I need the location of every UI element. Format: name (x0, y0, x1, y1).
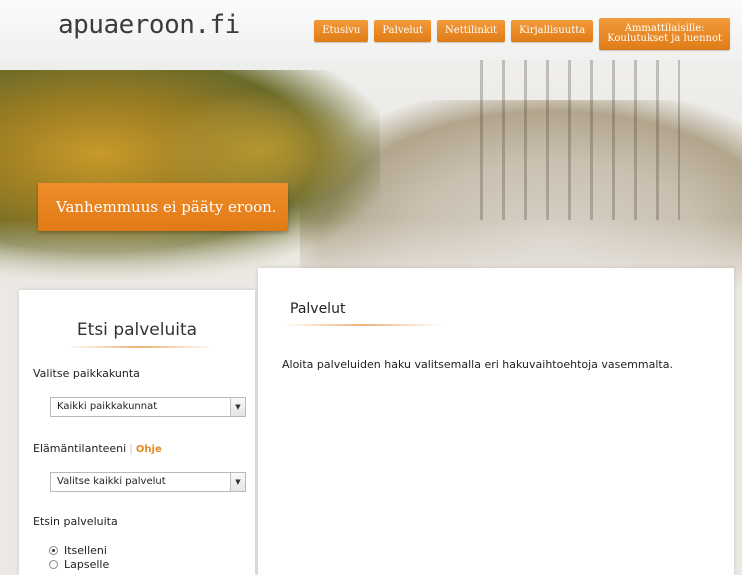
chevron-down-icon[interactable]: ▼ (230, 398, 245, 416)
nav-ammattilaisille-line2: Koulutukset ja luennot (607, 33, 722, 44)
service-select-value: Valitse kaikki palvelut (57, 476, 166, 487)
location-label: Valitse paikkakunta (33, 367, 140, 380)
life-situation-row: Elämäntilanteeni | Ohje (33, 442, 162, 455)
hero-banner: Vanhemmuus ei pääty eroon. (0, 60, 742, 290)
radio-itselleni-label: Itselleni (64, 544, 107, 557)
content-title: Palvelut (290, 301, 346, 317)
location-select-value: Kaikki paikkakunnat (57, 401, 158, 412)
hero-tagline: Vanhemmuus ei pääty eroon. (38, 183, 288, 231)
help-link[interactable]: Ohje (136, 444, 162, 455)
content-panel: Palvelut Aloita palveluiden haku valitse… (258, 268, 734, 575)
radio-button-checked[interactable] (49, 546, 58, 555)
content-title-underline (282, 324, 442, 326)
content-text: Aloita palveluiden haku valitsemalla eri… (282, 358, 673, 371)
radio-itselleni[interactable]: Itselleni (49, 544, 107, 557)
nav-ammattilaisille[interactable]: Ammattilaisille: Koulutukset ja luennot (599, 18, 730, 50)
radio-button[interactable] (49, 560, 58, 569)
radio-lapselle-label: Lapselle (64, 558, 110, 571)
nav-nettilinkit[interactable]: Nettilinkit (437, 20, 506, 42)
site-logo[interactable]: apuaeroon.fi (58, 10, 240, 40)
radio-lapselle[interactable]: Lapselle (49, 558, 109, 571)
location-select[interactable]: Kaikki paikkakunnat ▼ (50, 397, 246, 417)
hero-trees-image (480, 60, 680, 220)
seeking-label: Etsin palveluita (33, 515, 118, 528)
nav-etusivu[interactable]: Etusivu (314, 20, 369, 42)
search-panel: Etsi palveluita Valitse paikkakunta Kaik… (19, 290, 255, 575)
nav-kirjallisuutta[interactable]: Kirjallisuutta (511, 20, 594, 42)
top-bar: apuaeroon.fi Etusivu Palvelut Nettilinki… (0, 0, 742, 61)
chevron-down-icon[interactable]: ▼ (230, 473, 245, 491)
search-panel-underline (65, 346, 215, 348)
search-panel-title: Etsi palveluita (76, 320, 198, 340)
main-nav: Etusivu Palvelut Nettilinkit Kirjallisuu… (314, 18, 730, 50)
nav-palvelut[interactable]: Palvelut (374, 20, 432, 42)
separator: | (129, 442, 133, 455)
service-select[interactable]: Valitse kaikki palvelut ▼ (50, 472, 246, 492)
life-situation-label: Elämäntilanteeni (33, 442, 127, 455)
